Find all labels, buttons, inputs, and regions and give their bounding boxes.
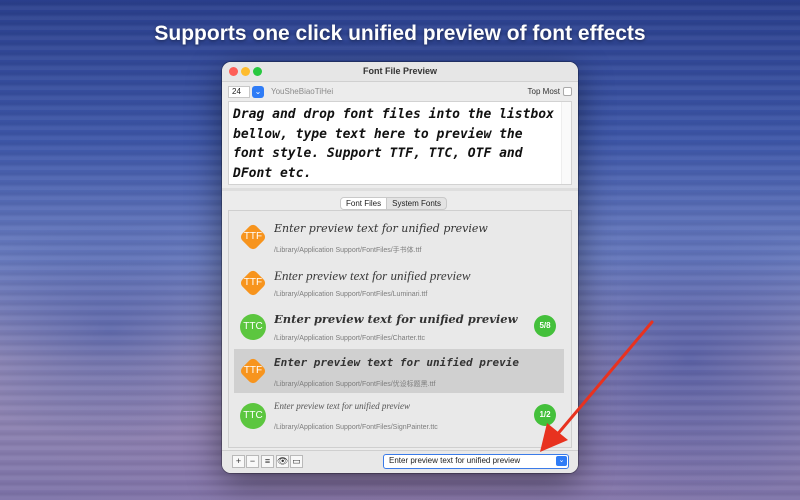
list-item[interactable]: TTF Enter preview text for unified previ… [234, 215, 564, 259]
split-divider[interactable] [222, 188, 578, 191]
list-item-preview: Enter preview text for unified previe [274, 356, 520, 369]
font-file-list[interactable]: TTF Enter preview text for unified previ… [228, 210, 572, 448]
font-settings-bar: 24 ⌄ YouSheBiaoTiHei Top Most [222, 83, 578, 101]
ttf-badge-icon: TTF [238, 222, 268, 252]
list-item[interactable]: TTF Enter preview text for unified previ… [234, 261, 564, 305]
font-preview-window: Font File Preview 24 ⌄ YouSheBiaoTiHei T… [222, 62, 578, 473]
list-item-preview: Enter preview text for unified preview [274, 222, 488, 235]
ttf-badge-icon: TTF [238, 356, 268, 386]
preview-text-area[interactable]: Drag and drop font files into the listbo… [228, 101, 572, 185]
list-item-preview: Enter preview text for unified preview [274, 268, 471, 283]
eye-icon[interactable]: 👁 [276, 455, 289, 468]
top-most-checkbox[interactable] [563, 87, 572, 96]
chevron-down-icon[interactable]: ⌄ [252, 86, 264, 98]
ttc-badge-icon: TTC [239, 402, 267, 430]
top-most-label: Top Most [527, 87, 560, 96]
list-icon[interactable]: ≡ [261, 455, 274, 468]
folder-icon[interactable]: ▭ [290, 455, 303, 468]
source-tabs: Font Files System Fonts [340, 197, 448, 210]
list-item-selected[interactable]: TTF Enter preview text for unified previ… [234, 349, 564, 393]
add-button[interactable]: + [232, 455, 245, 468]
bottom-toolbar: + − ≡ 👁 ▭ Enter preview text for unified… [222, 450, 578, 473]
face-count-badge[interactable]: 5/8 [534, 315, 556, 337]
list-item-path: /Library/Application Support/FontFiles/优… [274, 381, 436, 388]
list-item-path: /Library/Application Support/FontFiles/手… [274, 247, 422, 254]
preview-scrollbar[interactable] [561, 102, 571, 184]
list-item-path: /Library/Application Support/FontFiles/C… [274, 335, 425, 342]
list-item-preview: Enter preview text for unified preview [274, 401, 411, 411]
list-item-path: /Library/Application Support/FontFiles/S… [274, 424, 438, 431]
font-size-field[interactable]: 24 [228, 86, 250, 98]
list-item-preview: Enter preview text for unified preview [274, 312, 518, 326]
tab-system-fonts[interactable]: System Fonts [387, 198, 446, 209]
remove-button[interactable]: − [246, 455, 259, 468]
ttc-badge-icon: TTC [239, 313, 267, 341]
list-item[interactable]: TTC Enter preview text for unified previ… [234, 305, 564, 349]
list-item-path: /Library/Application Support/FontFiles/L… [274, 291, 428, 298]
face-count-badge[interactable]: 1/2 [534, 404, 556, 426]
window-title: Font File Preview [362, 66, 438, 76]
headline: Supports one click unified preview of fo… [154, 22, 646, 45]
chevron-down-icon[interactable]: ⌄ [556, 456, 567, 466]
preview-text[interactable]: Drag and drop font files into the listbo… [233, 105, 557, 183]
unified-preview-text[interactable]: Enter preview text for unified preview [389, 456, 520, 465]
font-name-label: YouSheBiaoTiHei [271, 87, 334, 96]
tab-font-files[interactable]: Font Files [341, 198, 388, 209]
unified-preview-input[interactable]: Enter preview text for unified preview ⌄ [383, 454, 569, 469]
list-item[interactable]: TTC Enter preview text for unified previ… [234, 394, 564, 438]
ttf-badge-icon: TTF [238, 268, 268, 298]
title-bar: Font File Preview [222, 62, 578, 82]
